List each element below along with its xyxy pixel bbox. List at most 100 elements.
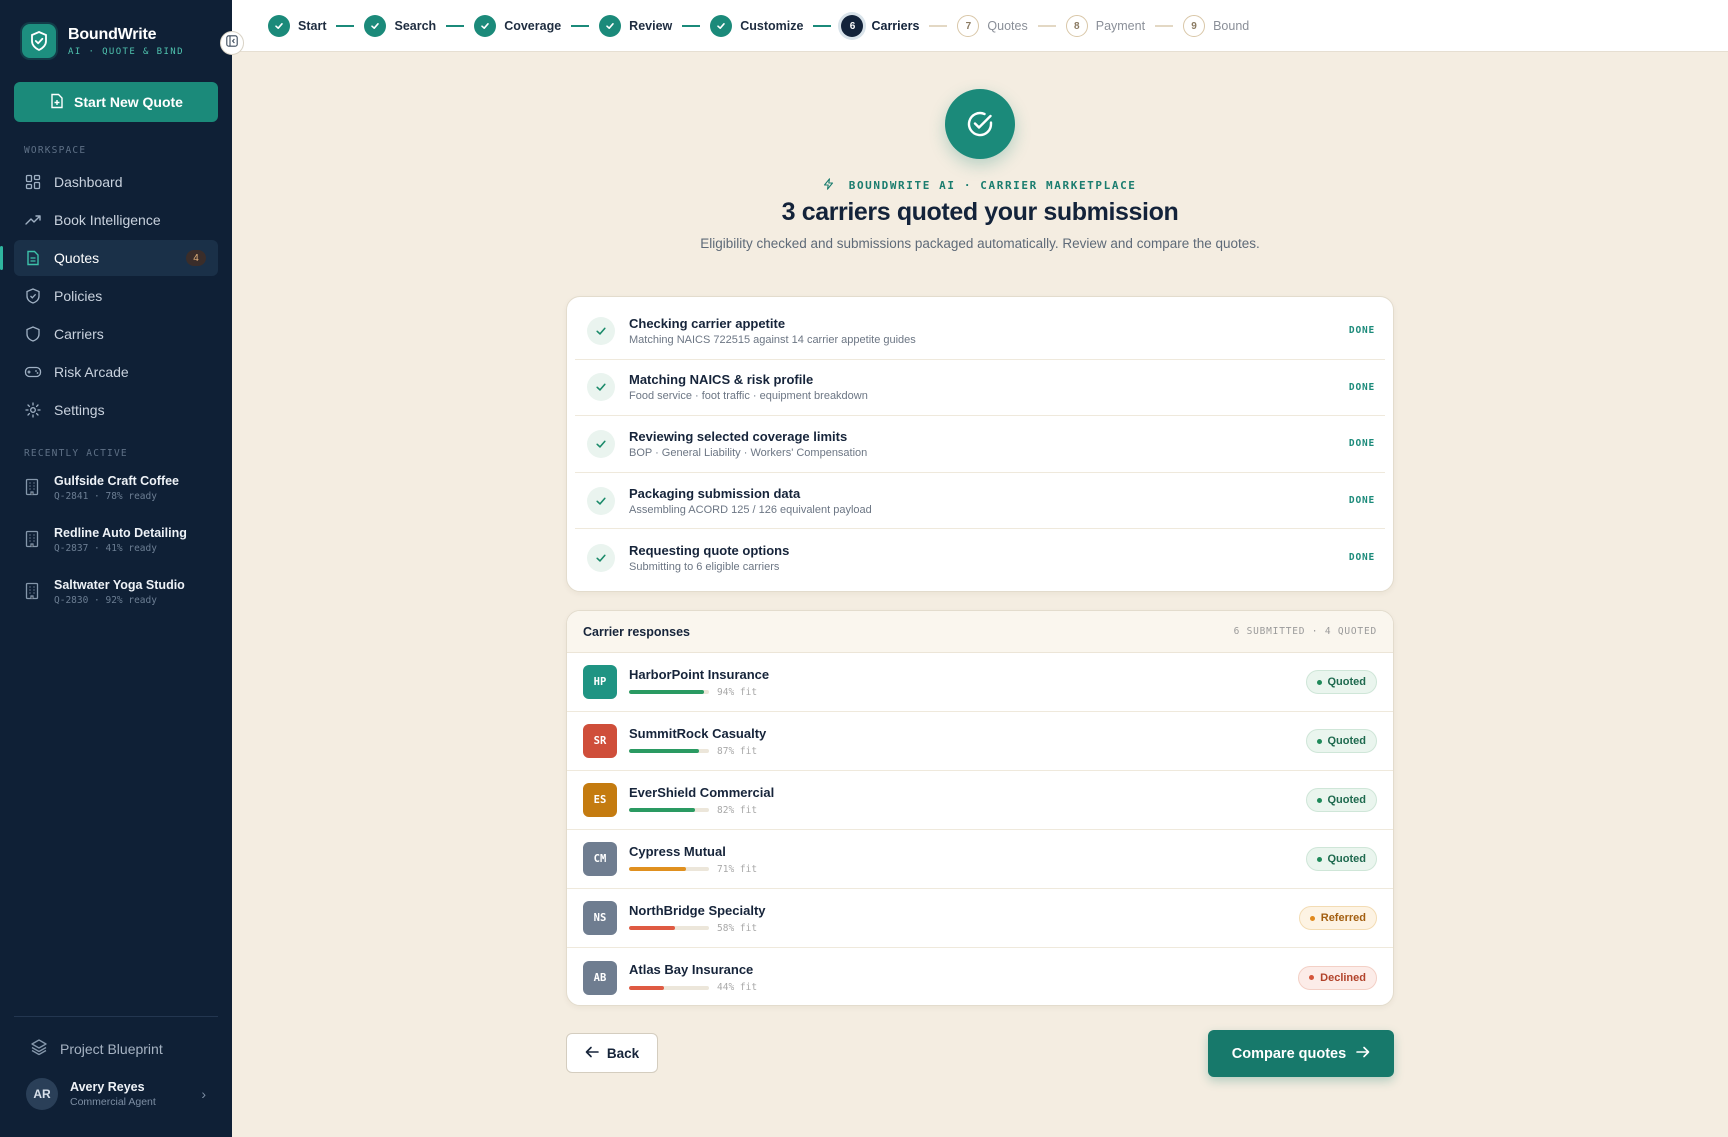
carrier-name: SummitRock Casualty (629, 725, 767, 741)
compare-quotes-button[interactable]: Compare quotes (1208, 1030, 1394, 1077)
carrier-row[interactable]: SR SummitRock Casualty 87% fit Quoted (567, 712, 1393, 771)
sidebar-nav: Dashboard Book Intelligence Quotes 4 Pol… (0, 164, 218, 430)
check-status: DONE (1348, 495, 1375, 507)
step-start[interactable]: Start (268, 15, 326, 37)
brand-tagline: AI · QUOTE & BIND (68, 46, 184, 57)
progress-stepper: Start Search Coverage Review Customize 6… (268, 15, 1249, 37)
recent-item-meta: Q-2837 · 41% ready (54, 543, 157, 554)
check-title: Requesting quote options (629, 542, 790, 558)
sidebar-item-quotes[interactable]: Quotes 4 (0, 240, 218, 276)
user-name: Avery Reyes (70, 1080, 145, 1094)
check-row: Reviewing selected coverage limits BOP · … (575, 416, 1385, 473)
project-blueprint-link[interactable]: Project Blueprint (30, 1038, 163, 1059)
new-document-icon (49, 93, 65, 112)
sidebar-item-carriers[interactable]: Carriers (14, 316, 218, 352)
fit-bar-fill (629, 867, 686, 871)
brand-name: BoundWrite (68, 25, 157, 43)
step-label: Start (298, 19, 327, 33)
start-new-quote-button[interactable]: Start New Quote (14, 82, 218, 122)
check-title: Packaging submission data (629, 485, 801, 501)
sidebar-item-policies[interactable]: Policies (14, 278, 218, 314)
carrier-row[interactable]: CM Cypress Mutual 71% fit Quoted (567, 830, 1393, 889)
step-label: Coverage (504, 19, 562, 33)
fit-label: 58% fit (717, 922, 758, 934)
trend-icon (24, 211, 42, 229)
fit-label: 82% fit (717, 804, 758, 816)
check-subtitle: BOP · General Liability · Workers' Compe… (629, 446, 868, 459)
step-quotes[interactable]: 7 Quotes (957, 15, 1028, 37)
building-icon (24, 530, 42, 550)
recent-item-meta: Q-2841 · 78% ready (54, 491, 157, 502)
step-connector (929, 25, 948, 27)
check-icon (268, 15, 290, 37)
sidebar-item-book-intelligence[interactable]: Book Intelligence (14, 202, 218, 238)
start-new-quote-label: Start New Quote (74, 94, 183, 110)
step-coverage[interactable]: Coverage (474, 15, 561, 37)
fit-bar (629, 690, 709, 694)
carrier-row[interactable]: AB Atlas Bay Insurance 44% fit Declined (567, 948, 1393, 1005)
check-subtitle: Submitting to 6 eligible carriers (629, 560, 780, 573)
step-label: Search (394, 19, 437, 33)
collapse-sidebar-button[interactable] (220, 31, 244, 55)
marketplace-eyebrow: BOUNDWRITE AI · CARRIER MARKETPLACE (620, 178, 1340, 192)
recent-item[interactable]: Gulfside Craft Coffee Q-2841 · 78% ready (24, 474, 220, 525)
recently-active-section-label: RECENTLY ACTIVE (24, 448, 128, 459)
carrier-row[interactable]: HP HarborPoint Insurance 94% fit Quoted (567, 653, 1393, 712)
check-icon (587, 543, 615, 572)
recent-item[interactable]: Redline Auto Detailing Q-2837 · 41% ready (24, 526, 220, 577)
sidebar-item-settings[interactable]: Settings (14, 392, 218, 428)
eyebrow-text: BOUNDWRITE AI · CARRIER MARKETPLACE (848, 179, 1137, 192)
step-number: 7 (957, 15, 980, 37)
sidebar-item-risk-arcade[interactable]: Risk Arcade (14, 354, 218, 390)
progress-stepper-bar: Start Search Coverage Review Customize 6… (232, 0, 1728, 52)
carrier-logo: HP (583, 665, 617, 699)
carrier-name: Atlas Bay Insurance (629, 962, 754, 977)
carrier-name: NorthBridge Specialty (629, 902, 766, 918)
check-row: Matching NAICS & risk profile Food servic… (575, 360, 1385, 417)
recent-item[interactable]: Saltwater Yoga Studio Q-2830 · 92% ready (24, 578, 220, 629)
fit-bar-fill (629, 690, 705, 694)
step-bound[interactable]: 9 Bound (1183, 15, 1249, 37)
carrier-row[interactable]: NS NorthBridge Specialty 58% fit Referre… (567, 889, 1393, 948)
step-carriers[interactable]: 6 Carriers (841, 15, 919, 37)
back-button[interactable]: Back (566, 1033, 658, 1073)
check-status: DONE (1348, 325, 1375, 337)
step-label: Payment (1095, 19, 1146, 33)
status-label: Quoted (1327, 735, 1367, 747)
status-dot (1309, 915, 1315, 921)
step-payment[interactable]: 8 Payment (1065, 15, 1146, 37)
step-label: Quotes (987, 19, 1028, 33)
avatar: AR (26, 1078, 58, 1110)
success-check-icon (945, 89, 1015, 159)
brand[interactable]: BoundWrite AI · QUOTE & BIND (22, 24, 184, 58)
step-customize[interactable]: Customize (710, 15, 803, 37)
check-icon (364, 15, 387, 37)
check-row: Checking carrier appetite Matching NAICS … (575, 303, 1385, 360)
user-menu[interactable]: AR Avery Reyes Commercial Agent › (26, 1078, 206, 1110)
status-badge: Referred (1298, 906, 1377, 930)
check-status: DONE (1348, 438, 1375, 450)
fit-bar-fill (629, 985, 665, 990)
step-search[interactable]: Search (364, 15, 436, 37)
step-review[interactable]: Review (599, 15, 672, 37)
carrier-list: HP HarborPoint Insurance 94% fit Quoted … (567, 653, 1393, 1005)
check-icon (587, 429, 615, 458)
check-title: Checking carrier appetite (629, 315, 786, 331)
status-label: Quoted (1327, 794, 1367, 806)
sidebar-divider (14, 1016, 218, 1017)
sidebar-item-label: Book Intelligence (54, 212, 161, 228)
check-subtitle: Matching NAICS 722515 against 14 carrier… (629, 333, 916, 346)
step-connector (813, 25, 832, 27)
status-dot (1316, 856, 1322, 862)
step-connector (336, 25, 355, 27)
step-label: Customize (740, 19, 804, 33)
recent-item-name: Saltwater Yoga Studio (54, 578, 185, 592)
carrier-row[interactable]: ES EverShield Commercial 82% fit Quoted (567, 771, 1393, 830)
shield-logo-icon (22, 24, 56, 58)
fit-bar (629, 808, 709, 812)
sidebar-item-label: Policies (54, 288, 103, 304)
document-icon (24, 249, 42, 267)
check-title: Matching NAICS & risk profile (629, 372, 814, 388)
sidebar-item-dashboard[interactable]: Dashboard (14, 164, 218, 200)
sidebar-item-label: Carriers (54, 326, 104, 342)
